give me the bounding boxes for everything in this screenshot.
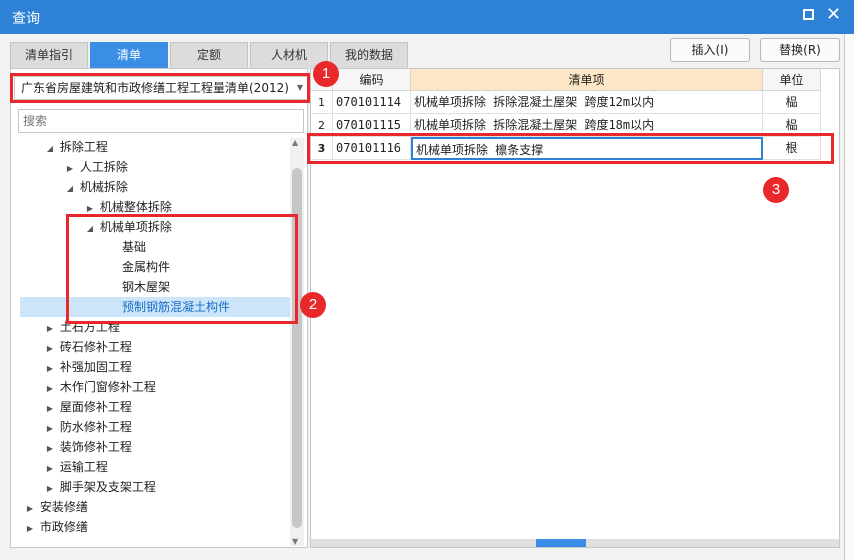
tree-item[interactable]: ▶ 防水修补工程 — [44, 417, 132, 437]
maximize-icon[interactable] — [803, 9, 814, 20]
tree-scrollbar[interactable]: ▲ ▼ — [290, 138, 304, 546]
tree-item-label: 人工拆除 — [79, 160, 128, 174]
tree-item[interactable]: ▶ 木作门窗修补工程 — [44, 377, 156, 397]
tree-item[interactable]: ▶ 屋面修补工程 — [44, 397, 132, 417]
expand-icon[interactable]: ▶ — [44, 419, 56, 439]
expand-icon[interactable]: ▶ — [44, 319, 56, 339]
tab-bill-guide[interactable]: 清单指引 — [10, 42, 88, 68]
tree-item-label: 屋面修补工程 — [59, 400, 132, 414]
tree-item[interactable]: ▶ 补强加固工程 — [44, 357, 132, 377]
tree-item-label: 补强加固工程 — [59, 360, 132, 374]
row-number: 1 — [311, 91, 333, 114]
annotation-box-1 — [10, 73, 310, 103]
expand-icon[interactable]: ▶ — [44, 439, 56, 459]
expand-icon[interactable]: ▶ — [64, 159, 76, 179]
replace-button[interactable]: 替换(R) — [760, 38, 840, 62]
tree-item-label: 机械拆除 — [79, 180, 128, 194]
tree-item[interactable]: ◢ 机械拆除 — [64, 177, 128, 197]
tree-item[interactable]: ▶ 市政修缮 — [24, 517, 88, 537]
close-icon[interactable]: ✕ — [826, 3, 841, 27]
tree-item[interactable]: ▶ 砖石修补工程 — [44, 337, 132, 357]
annotation-box-2 — [66, 214, 298, 324]
expand-icon[interactable]: ▶ — [44, 379, 56, 399]
insert-button[interactable]: 插入(I) — [670, 38, 750, 62]
tree-item-label: 安装修缮 — [39, 500, 88, 514]
expand-icon[interactable]: ▶ — [44, 399, 56, 419]
tree-item[interactable]: ▶ 脚手架及支架工程 — [44, 477, 156, 497]
tree-item-label: 砖石修补工程 — [59, 340, 132, 354]
tree-item-label: 机械整体拆除 — [99, 200, 172, 214]
column-header-code[interactable]: 编码 — [333, 69, 411, 91]
tree-item-label: 拆除工程 — [59, 140, 108, 154]
tree-item-label: 运输工程 — [59, 460, 108, 474]
expand-icon[interactable]: ▶ — [44, 479, 56, 499]
annotation-box-3 — [307, 133, 834, 164]
title-bar: 查询 ✕ — [0, 0, 854, 34]
tree-item-label: 木作门窗修补工程 — [59, 380, 156, 394]
scroll-down-icon[interactable]: ▼ — [292, 537, 298, 546]
tree-item-label: 装饰修补工程 — [59, 440, 132, 454]
expand-icon[interactable]: ▶ — [24, 499, 36, 519]
tab-my-data[interactable]: 我的数据 — [330, 42, 408, 68]
table-cell-unit[interactable]: 榀 — [763, 91, 821, 114]
tree-item[interactable]: ▶ 安装修缮 — [24, 497, 88, 517]
column-header-unit[interactable]: 单位 — [763, 69, 821, 91]
background-strip — [845, 34, 854, 560]
annotation-badge-3: 3 — [763, 177, 789, 203]
table-cell-item[interactable]: 机械单项拆除 拆除混凝土屋架 跨度12m以内 — [411, 91, 763, 114]
expand-icon[interactable]: ▶ — [44, 339, 56, 359]
collapse-icon[interactable]: ◢ — [44, 139, 56, 159]
expand-icon[interactable]: ▶ — [24, 519, 36, 539]
expand-icon[interactable]: ▶ — [44, 459, 56, 479]
tree-item-label: 脚手架及支架工程 — [59, 480, 156, 494]
tab-quota[interactable]: 定额 — [170, 42, 248, 68]
scrollbar-handle[interactable] — [536, 539, 586, 547]
table-cell-code[interactable]: 070101114 — [333, 91, 411, 114]
annotation-badge-1: 1 — [313, 61, 339, 87]
column-header-item[interactable]: 清单项 — [411, 69, 763, 91]
expand-icon[interactable]: ▶ — [44, 359, 56, 379]
tree-item[interactable]: ◢ 拆除工程 — [44, 137, 108, 157]
scroll-up-icon[interactable]: ▲ — [292, 138, 298, 147]
tree-item[interactable]: ▶ 运输工程 — [44, 457, 108, 477]
search-input[interactable] — [18, 109, 304, 133]
tab-bill[interactable]: 清单 — [90, 42, 168, 68]
horizontal-scrollbar[interactable] — [311, 539, 839, 547]
annotation-badge-2: 2 — [300, 292, 326, 318]
tree-item[interactable]: ▶ 装饰修补工程 — [44, 437, 132, 457]
tree-item[interactable]: ▶ 人工拆除 — [64, 157, 128, 177]
tree-item-label: 市政修缮 — [39, 520, 88, 534]
window-title: 查询 — [12, 11, 40, 27]
collapse-icon[interactable]: ◢ — [64, 179, 76, 199]
tree-item-label: 防水修补工程 — [59, 420, 132, 434]
